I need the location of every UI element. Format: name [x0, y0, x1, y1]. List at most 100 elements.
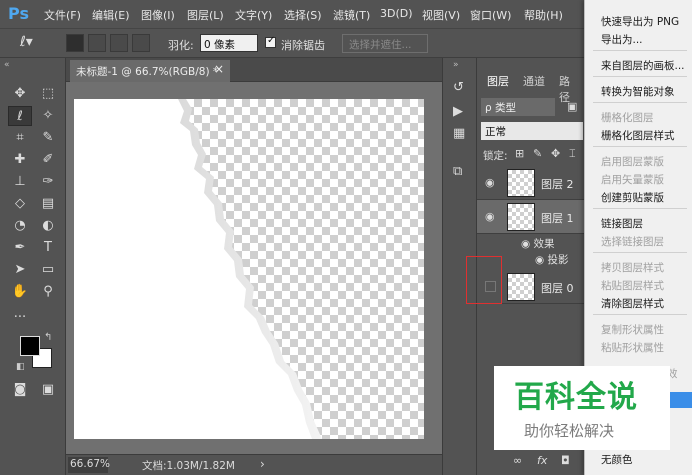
default-colors-icon[interactable]: ◧ [16, 362, 25, 372]
menu-edit[interactable]: 编辑(E) [92, 7, 130, 23]
filter-image-icon[interactable]: ▣ [567, 100, 577, 113]
clone-stamp-tool-icon[interactable]: ⊥ [8, 172, 32, 192]
watermark-badge: 百科全说 助你轻松解决 [494, 366, 670, 450]
menu-separator [593, 314, 687, 315]
tab-layers[interactable]: 图层 [481, 70, 515, 92]
visibility-eye-icon[interactable]: ◉ [485, 176, 495, 189]
menu-copy-shape-attributes: 复制形状属性 [601, 324, 664, 336]
quick-mask-icon[interactable]: ◙ [8, 380, 32, 400]
hand-tool-icon[interactable]: ✋ [8, 282, 32, 302]
properties-panel-icon[interactable]: ⧉ [453, 164, 462, 179]
blend-mode-select[interactable]: 正常 [481, 122, 583, 140]
menu-artboard-from-layers[interactable]: 来自图层的画板... [601, 58, 685, 73]
add-mask-icon[interactable]: ◘ [561, 454, 570, 467]
add-selection-icon[interactable] [88, 34, 106, 52]
drop-shadow-eye-icon[interactable]: ◉ [535, 254, 548, 266]
expand-arrows-icon[interactable]: » [453, 60, 459, 70]
menu-copy-layer-style: 拷贝图层样式 [601, 262, 664, 274]
history-brush-tool-icon[interactable]: ✑ [36, 172, 60, 192]
lock-image-icon[interactable]: ✎ [533, 147, 542, 160]
menu-create-clipping-mask[interactable]: 创建剪贴蒙版 [601, 190, 664, 205]
menu-separator [593, 50, 687, 51]
menu-window[interactable]: 窗口(W) [470, 7, 511, 23]
swap-colors-icon[interactable]: ↰ [44, 332, 52, 343]
rectangle-tool-icon[interactable]: ▭ [36, 260, 60, 280]
lasso-tool-preset-icon[interactable]: ℓ▾ [20, 34, 33, 50]
menu-select[interactable]: 选择(S) [284, 7, 322, 23]
menu-separator [593, 102, 687, 103]
zoom-field[interactable]: 66.67% [68, 457, 110, 473]
feather-input[interactable]: 0 像素 [200, 34, 258, 52]
history-panel-icon[interactable]: ↺ [453, 80, 464, 95]
menu-rasterize-layer-style[interactable]: 栅格化图层样式 [601, 128, 675, 143]
dodge-tool-icon[interactable]: ◐ [36, 216, 60, 236]
effects-row[interactable]: ◉ 效果 [521, 236, 555, 251]
menu-export-as[interactable]: 导出为... [601, 32, 643, 47]
layer-filter-select[interactable]: ρ 类型 [481, 98, 555, 116]
menu-separator [593, 252, 687, 253]
close-tab-icon[interactable]: × [214, 62, 224, 76]
intersect-selection-icon[interactable] [132, 34, 150, 52]
menu-no-color[interactable]: 无颜色 [601, 452, 633, 467]
menu-help[interactable]: 帮助(H) [524, 7, 563, 23]
tab-paths[interactable]: 路径 [553, 70, 584, 104]
eraser-tool-icon[interactable]: ◇ [8, 194, 32, 214]
marquee-tool-icon[interactable]: ⬚ [36, 84, 60, 104]
check-icon: ✓ [267, 35, 276, 46]
menu-file[interactable]: 文件(F) [44, 7, 81, 23]
layer-row-1[interactable]: ◉ 图层 1 [477, 200, 585, 234]
document-tab-bar: 未标题-1 @ 66.7%(RGB/8) * × [66, 58, 442, 82]
type-tool-icon[interactable]: T [36, 238, 60, 258]
menu-separator [593, 76, 687, 77]
visibility-eye-icon[interactable]: ◉ [485, 210, 495, 223]
drop-shadow-row[interactable]: ◉ 投影 [535, 252, 569, 267]
layer-row-2[interactable]: ◉ 图层 2 [477, 166, 585, 200]
healing-brush-tool-icon[interactable]: ✚ [8, 150, 32, 170]
collapse-arrows-icon[interactable]: « [4, 60, 10, 70]
lock-position-icon[interactable]: ✥ [551, 147, 560, 160]
gradient-tool-icon[interactable]: ▤ [36, 194, 60, 214]
pen-tool-icon[interactable]: ✒ [8, 238, 32, 258]
lock-transparent-icon[interactable]: ⊞ [515, 147, 524, 160]
antialias-checkbox[interactable]: ✓ [265, 35, 276, 48]
lasso-tool-icon[interactable]: ℓ [8, 106, 32, 126]
screen-mode-icon[interactable]: ▣ [36, 380, 60, 400]
brush-tool-icon[interactable]: ✐ [36, 150, 60, 170]
menu-quick-export-png[interactable]: 快速导出为 PNG [601, 14, 679, 29]
menu-3d[interactable]: 3D(D) [380, 7, 413, 20]
layer-name: 图层 0 [541, 282, 574, 295]
document-canvas[interactable] [74, 99, 424, 439]
menu-filter[interactable]: 滤镜(T) [333, 7, 370, 23]
menu-view[interactable]: 视图(V) [422, 7, 460, 23]
libraries-panel-icon[interactable]: ▦ [453, 126, 465, 141]
eyedropper-tool-icon[interactable]: ✎ [36, 128, 60, 148]
move-tool-icon[interactable]: ✥ [8, 84, 32, 104]
lock-artboard-icon[interactable]: ⌶ [569, 147, 576, 161]
menu-type[interactable]: 文字(Y) [235, 7, 272, 23]
fx-icon[interactable]: fx [537, 454, 547, 467]
zoom-tool-icon[interactable]: ⚲ [36, 282, 60, 302]
menu-clear-layer-style[interactable]: 清除图层样式 [601, 296, 664, 311]
menu-paste-layer-style: 粘贴图层样式 [601, 280, 664, 292]
menu-convert-smart-object[interactable]: 转换为智能对象 [601, 84, 675, 99]
menu-layer[interactable]: 图层(L) [187, 7, 224, 23]
crop-tool-icon[interactable]: ⌗ [8, 128, 32, 148]
document-info: 文档:1.03M/1.82M [142, 460, 235, 472]
actions-panel-icon[interactable]: ▶ [453, 104, 463, 119]
document-tab[interactable]: 未标题-1 @ 66.7%(RGB/8) * [70, 60, 230, 82]
menu-link-layers[interactable]: 链接图层 [601, 216, 643, 231]
menu-highlighted-item[interactable] [669, 392, 692, 408]
path-selection-tool-icon[interactable]: ➤ [8, 260, 32, 280]
more-tools-icon[interactable]: ··· [8, 308, 32, 328]
tab-channels[interactable]: 通道 [517, 70, 551, 92]
magic-wand-tool-icon[interactable]: ✧ [36, 106, 60, 126]
blur-tool-icon[interactable]: ◔ [8, 216, 32, 236]
subtract-selection-icon[interactable] [110, 34, 128, 52]
foreground-color-swatch[interactable] [20, 336, 40, 356]
menu-image[interactable]: 图像(I) [141, 7, 175, 23]
new-selection-icon[interactable] [66, 34, 84, 52]
link-layers-icon[interactable]: ∞ [513, 454, 522, 467]
status-menu-arrow-icon[interactable]: › [260, 457, 265, 471]
select-and-mask-button[interactable]: 选择并遮住... [342, 34, 428, 53]
effects-eye-icon[interactable]: ◉ [521, 238, 534, 250]
